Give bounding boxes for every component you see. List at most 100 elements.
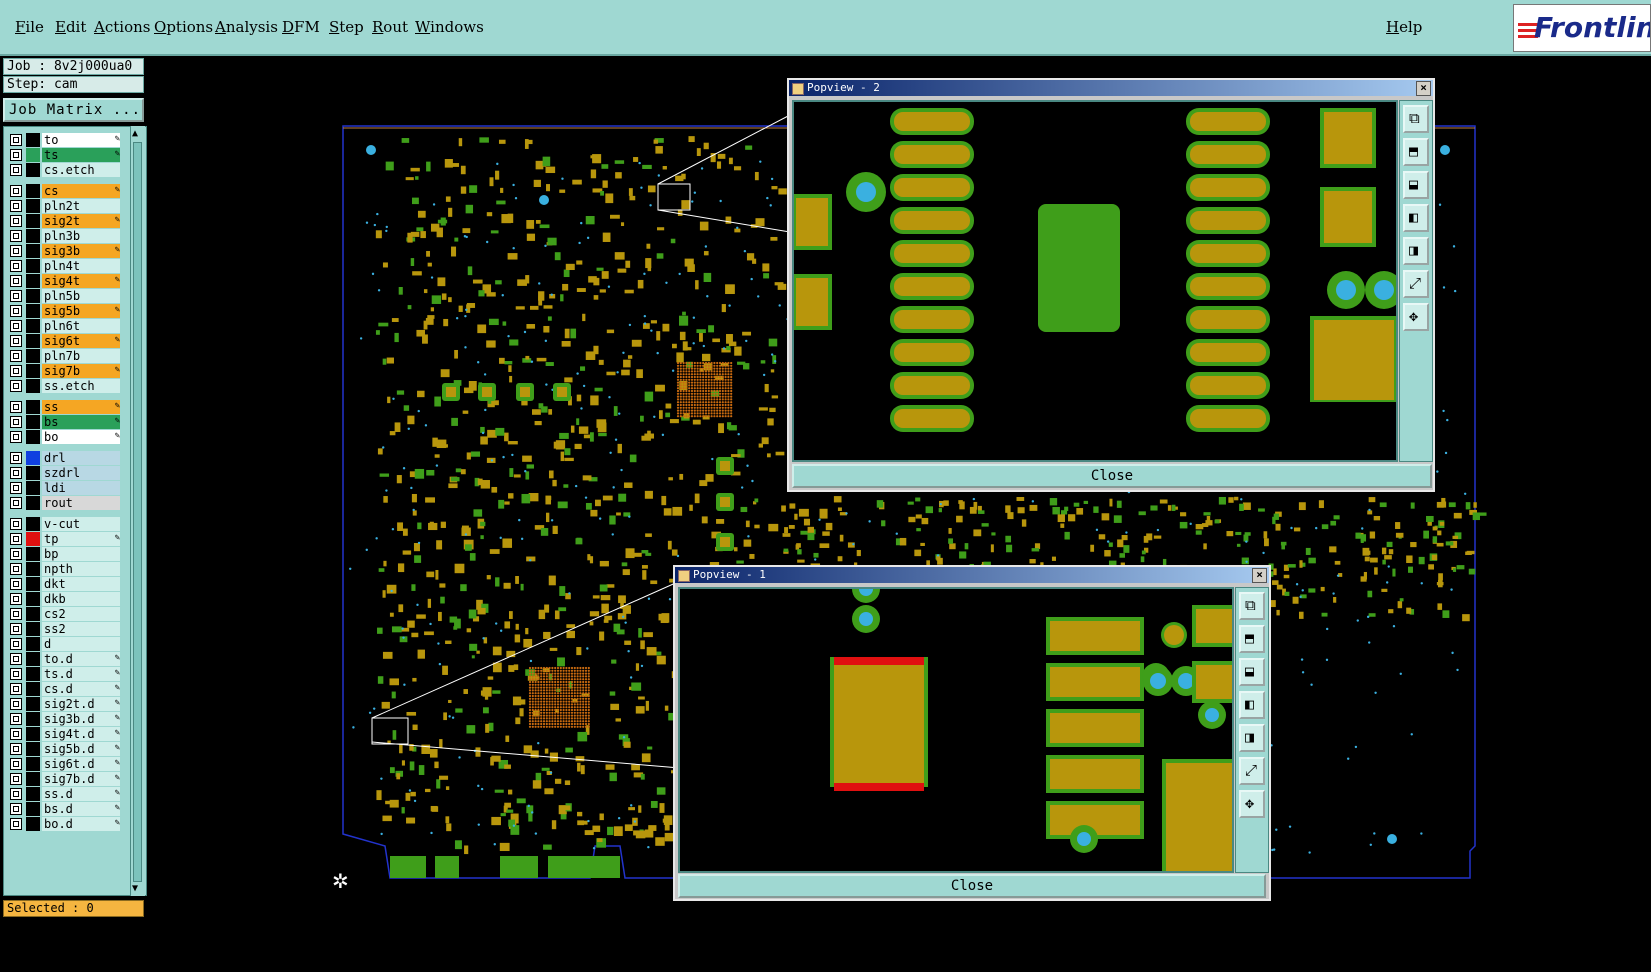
layer-name[interactable]: rout	[42, 496, 120, 510]
layer-row-ss[interactable]: ss ✎	[10, 400, 122, 414]
layer-color-swatch[interactable]	[26, 133, 40, 147]
layer-name[interactable]: pln2t	[42, 199, 120, 213]
layer-color-swatch[interactable]	[26, 727, 40, 741]
layer-row-drl[interactable]: drl	[10, 451, 122, 465]
layer-name[interactable]: pln4t	[42, 259, 120, 273]
layer-checkbox[interactable]	[10, 578, 22, 590]
layer-checkbox[interactable]	[10, 548, 22, 560]
layer-color-swatch[interactable]	[26, 577, 40, 591]
pan-center-icon[interactable]: ✥	[1403, 303, 1429, 331]
layer-color-swatch[interactable]	[26, 562, 40, 576]
layer-color-swatch[interactable]	[26, 817, 40, 831]
layer-row-bo[interactable]: bo ✎	[10, 430, 122, 444]
layer-color-swatch[interactable]	[26, 481, 40, 495]
layer-name[interactable]: dkt	[42, 577, 120, 591]
menu-step[interactable]: Step	[329, 18, 364, 36]
layer-color-swatch[interactable]	[26, 319, 40, 333]
layer-checkbox[interactable]	[10, 728, 22, 740]
layer-name[interactable]: sig2t	[42, 214, 120, 228]
layer-name[interactable]: sig4t.d	[42, 727, 120, 741]
move-left-icon[interactable]: ◧	[1403, 204, 1429, 232]
layer-row-rout[interactable]: rout	[10, 496, 122, 510]
layer-checkbox[interactable]	[10, 668, 22, 680]
layer-color-swatch[interactable]	[26, 430, 40, 444]
layer-color-swatch[interactable]	[26, 274, 40, 288]
job-matrix-button[interactable]: Job Matrix ...	[3, 98, 144, 122]
layer-color-swatch[interactable]	[26, 364, 40, 378]
layer-list-scrollbar[interactable]: ▲ ▼	[130, 126, 145, 896]
layer-row-szdrl[interactable]: szdrl	[10, 466, 122, 480]
layer-checkbox[interactable]	[10, 608, 22, 620]
layer-row-ldi[interactable]: ldi	[10, 481, 122, 495]
layer-row-sig6t-d[interactable]: sig6t.d ✎	[10, 757, 122, 771]
layer-checkbox[interactable]	[10, 563, 22, 575]
layer-checkbox[interactable]	[10, 698, 22, 710]
move-right-icon[interactable]: ◨	[1239, 724, 1265, 752]
layer-checkbox[interactable]	[10, 134, 22, 146]
layer-name[interactable]: to	[42, 133, 120, 147]
move-down-icon[interactable]: ⬓	[1239, 658, 1265, 686]
layer-row-sig2t-d[interactable]: sig2t.d ✎	[10, 697, 122, 711]
layer-checkbox[interactable]	[10, 230, 22, 242]
layer-row-bp[interactable]: bp	[10, 547, 122, 561]
layer-name[interactable]: sig6t	[42, 334, 120, 348]
layer-color-swatch[interactable]	[26, 757, 40, 771]
layer-name[interactable]: sig3b	[42, 244, 120, 258]
layer-checkbox[interactable]	[10, 200, 22, 212]
layer-row-cs[interactable]: cs ✎	[10, 184, 122, 198]
layer-row-ss2[interactable]: ss2	[10, 622, 122, 636]
layer-row-to-d[interactable]: to.d ✎	[10, 652, 122, 666]
layer-checkbox[interactable]	[10, 260, 22, 272]
layer-checkbox[interactable]	[10, 290, 22, 302]
layer-checkbox[interactable]	[10, 431, 22, 443]
layer-color-swatch[interactable]	[26, 712, 40, 726]
layer-checkbox[interactable]	[10, 467, 22, 479]
layer-color-swatch[interactable]	[26, 697, 40, 711]
layer-row-d[interactable]: d	[10, 637, 122, 651]
layer-name[interactable]: bp	[42, 547, 120, 561]
menu-rout[interactable]: Rout	[372, 18, 408, 36]
layer-name[interactable]: bs.d	[42, 802, 120, 816]
layer-color-swatch[interactable]	[26, 682, 40, 696]
layer-checkbox[interactable]	[10, 788, 22, 800]
layer-color-swatch[interactable]	[26, 400, 40, 414]
layer-checkbox[interactable]	[10, 401, 22, 413]
layer-color-swatch[interactable]	[26, 532, 40, 546]
layer-row-to[interactable]: to ✎	[10, 133, 122, 147]
layer-color-swatch[interactable]	[26, 334, 40, 348]
layer-color-swatch[interactable]	[26, 289, 40, 303]
layer-row-ts[interactable]: ts ✎	[10, 148, 122, 162]
layer-color-swatch[interactable]	[26, 592, 40, 606]
layer-checkbox[interactable]	[10, 275, 22, 287]
layer-checkbox[interactable]	[10, 365, 22, 377]
layer-color-swatch[interactable]	[26, 163, 40, 177]
layer-name[interactable]: sig5b.d	[42, 742, 120, 756]
pan-center-icon[interactable]: ✥	[1239, 790, 1265, 818]
layer-name[interactable]: ldi	[42, 481, 120, 495]
layer-row-dkt[interactable]: dkt	[10, 577, 122, 591]
layer-color-swatch[interactable]	[26, 304, 40, 318]
layer-row-pln3b[interactable]: pln3b	[10, 229, 122, 243]
layer-checkbox[interactable]	[10, 773, 22, 785]
layer-name[interactable]: ss.etch	[42, 379, 120, 393]
layer-checkbox[interactable]	[10, 164, 22, 176]
layer-color-swatch[interactable]	[26, 742, 40, 756]
layer-checkbox[interactable]	[10, 380, 22, 392]
layer-checkbox[interactable]	[10, 215, 22, 227]
layer-row-ss-d[interactable]: ss.d ✎	[10, 787, 122, 801]
layer-checkbox[interactable]	[10, 305, 22, 317]
layer-checkbox[interactable]	[10, 683, 22, 695]
layer-row-ts-d[interactable]: ts.d ✎	[10, 667, 122, 681]
layer-color-swatch[interactable]	[26, 184, 40, 198]
layer-name[interactable]: bo	[42, 430, 120, 444]
layer-row-tp[interactable]: tp ✎	[10, 532, 122, 546]
layer-row-bs-d[interactable]: bs.d ✎	[10, 802, 122, 816]
popview-1-canvas[interactable]	[678, 587, 1234, 873]
layer-color-swatch[interactable]	[26, 148, 40, 162]
layer-name[interactable]: sig5b	[42, 304, 120, 318]
layer-checkbox[interactable]	[10, 533, 22, 545]
layer-checkbox[interactable]	[10, 482, 22, 494]
layer-row-sig5b-d[interactable]: sig5b.d ✎	[10, 742, 122, 756]
layer-row-sig5b[interactable]: sig5b ✎	[10, 304, 122, 318]
layer-checkbox[interactable]	[10, 623, 22, 635]
